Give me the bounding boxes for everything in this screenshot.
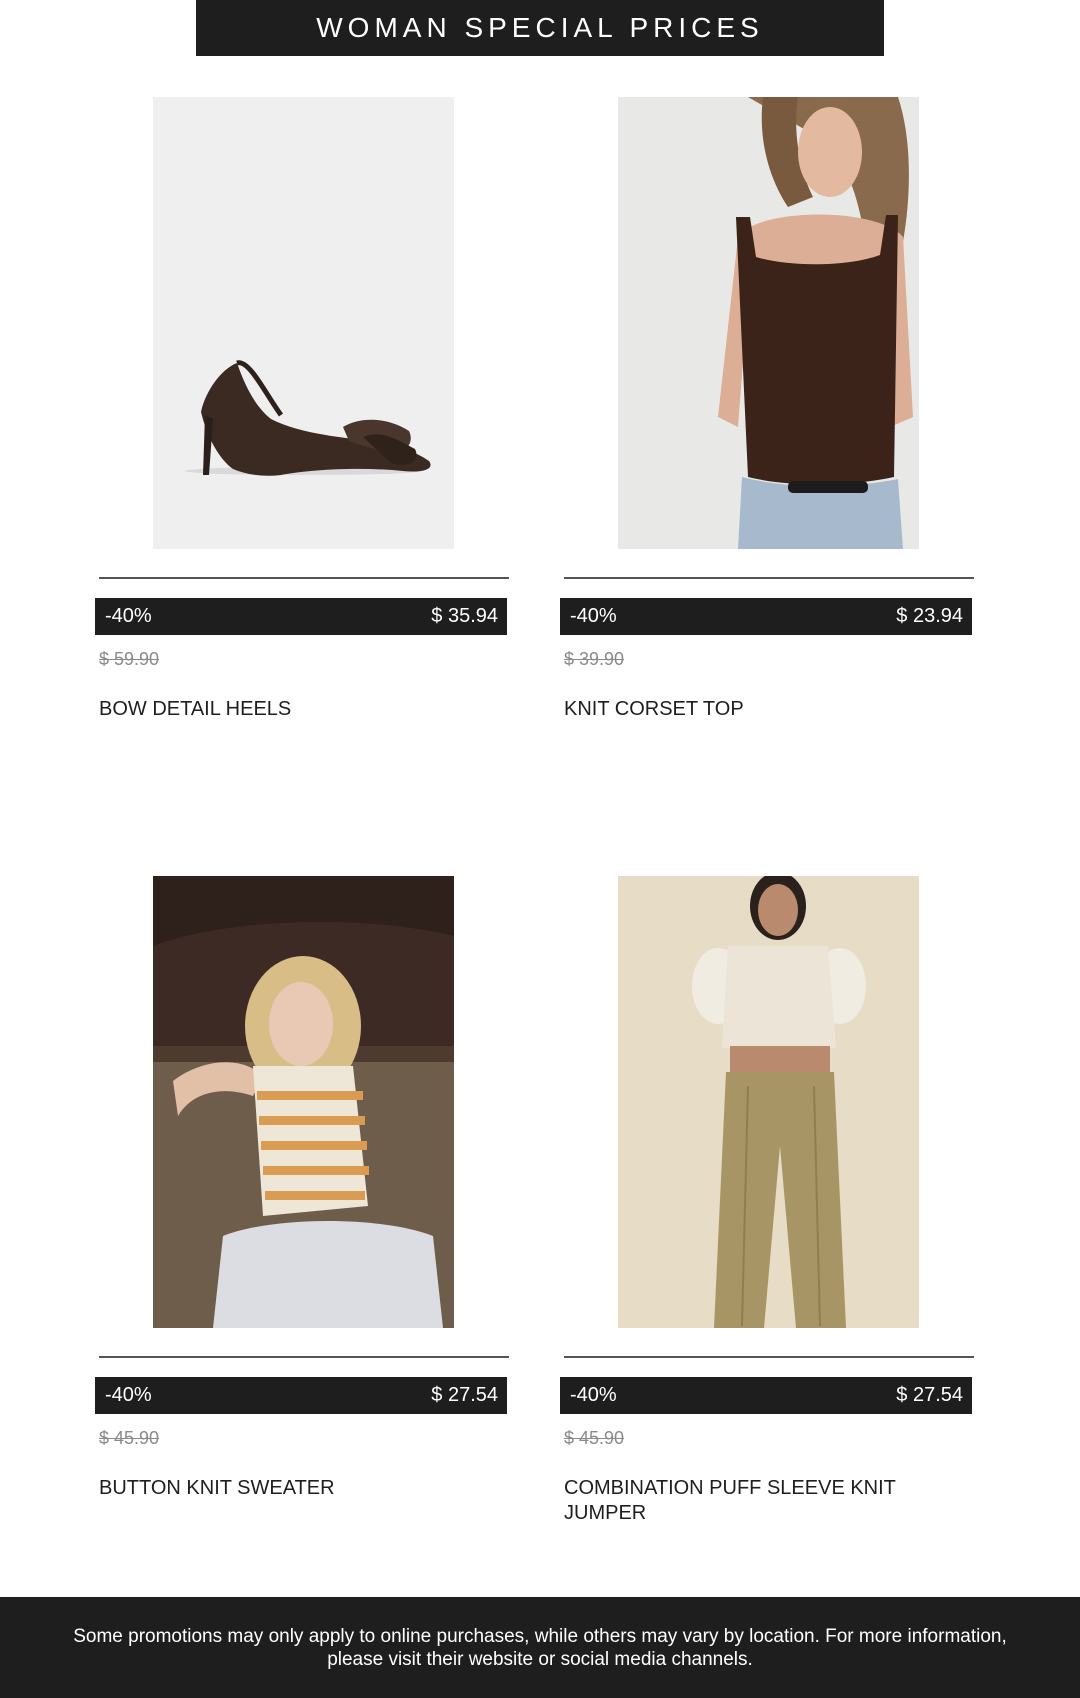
price-bar: -40% $ 35.94 <box>95 598 507 635</box>
original-price: $ 45.90 <box>564 1428 625 1448</box>
page-banner: WOMAN SPECIAL PRICES <box>196 0 884 56</box>
disclaimer-text: Some promotions may only apply to online… <box>73 1625 1007 1670</box>
product-image[interactable] <box>153 97 454 549</box>
product-name[interactable]: COMBINATION PUFF SLEEVE KNIT JUMPER <box>564 1476 964 1526</box>
divider <box>564 1356 974 1358</box>
sale-price: $ 27.54 <box>896 1384 963 1406</box>
original-price: $ 45.90 <box>99 1428 160 1448</box>
price-bar: -40% $ 27.54 <box>560 1377 972 1414</box>
divider <box>99 1356 509 1358</box>
discount-badge: -40% <box>105 605 152 627</box>
divider <box>564 577 974 579</box>
original-price: $ 59.90 <box>99 649 160 669</box>
banner-title: WOMAN SPECIAL PRICES <box>316 12 764 43</box>
price-bar: -40% $ 27.54 <box>95 1377 507 1414</box>
product-name[interactable]: BOW DETAIL HEELS <box>99 697 499 722</box>
product-name[interactable]: BUTTON KNIT SWEATER <box>99 1476 499 1501</box>
sale-price: $ 27.54 <box>431 1384 498 1406</box>
divider <box>99 577 509 579</box>
product-name[interactable]: KNIT CORSET TOP <box>564 697 964 722</box>
original-price: $ 39.90 <box>564 649 625 669</box>
sale-price: $ 35.94 <box>431 605 498 627</box>
product-image[interactable] <box>618 97 919 549</box>
discount-badge: -40% <box>570 1384 617 1406</box>
product-image[interactable] <box>153 876 454 1328</box>
price-bar: -40% $ 23.94 <box>560 598 972 635</box>
discount-badge: -40% <box>105 1384 152 1406</box>
sale-price: $ 23.94 <box>896 605 963 627</box>
discount-badge: -40% <box>570 605 617 627</box>
footer-disclaimer: Some promotions may only apply to online… <box>0 1597 1080 1698</box>
product-image[interactable] <box>618 876 919 1328</box>
